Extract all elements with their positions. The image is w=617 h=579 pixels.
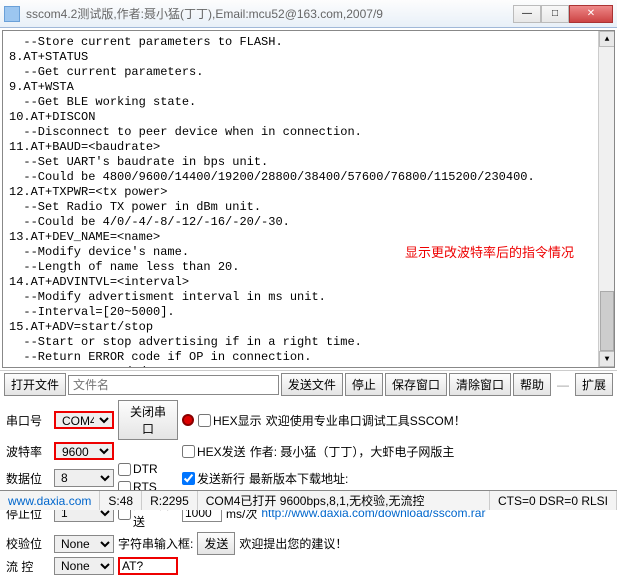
maximize-button[interactable]: □: [541, 5, 569, 23]
terminal-line: 14.AT+ADVINTVL=<interval>: [9, 275, 608, 290]
terminal-line: 15.AT+ADV=start/stop: [9, 320, 608, 335]
status-signals: CTS=0 DSR=0 RLSI: [490, 491, 617, 510]
help-button[interactable]: 帮助: [513, 373, 551, 396]
command-input[interactable]: [118, 557, 178, 575]
terminal-line: 13.AT+DEV_NAME=<name>: [9, 230, 608, 245]
separator: —: [557, 378, 569, 392]
save-window-button[interactable]: 保存窗口: [385, 373, 447, 396]
terminal-output[interactable]: --Store current parameters to FLASH.8.AT…: [2, 30, 615, 368]
annotation-text: 显示更改波特率后的指令情况: [405, 246, 574, 261]
databits-select[interactable]: 8: [54, 469, 114, 487]
scroll-down-arrow[interactable]: ▼: [599, 351, 615, 367]
terminal-line: 10.AT+DISCON: [9, 110, 608, 125]
clear-window-button[interactable]: 清除窗口: [449, 373, 511, 396]
flow-label: 流 控: [6, 558, 50, 575]
databits-label: 数据位: [6, 470, 50, 487]
terminal-line: --Length of name less than 20.: [9, 260, 608, 275]
port-label: 串口号: [6, 412, 50, 429]
expand-button[interactable]: 扩展: [575, 373, 613, 396]
send-newline-checkbox[interactable]: 发送新行: [182, 470, 245, 487]
terminal-line: 9.AT+WSTA: [9, 80, 608, 95]
status-sent: S:48: [100, 491, 142, 510]
baud-label: 波特率: [6, 443, 50, 460]
terminal-line: --Get current parameters.: [9, 65, 608, 80]
window-titlebar: sscom4.2测试版,作者:聂小猛(丁丁),Email:mcu52@163.c…: [0, 0, 617, 28]
parity-select[interactable]: None: [54, 535, 114, 553]
terminal-line: --Get BLE working state.: [9, 95, 608, 110]
download-label: 最新版本下载地址:: [249, 470, 348, 487]
close-port-button[interactable]: 关闭串口: [118, 400, 178, 440]
terminal-line: --Could be 4/0/-4/-8/-12/-16/-20/-30.: [9, 215, 608, 230]
terminal-line: --Set Radio TX power in dBm unit.: [9, 200, 608, 215]
close-button[interactable]: ✕: [569, 5, 613, 23]
author-text: 作者: 聂小猛（丁丁），大虾电子网版主: [250, 443, 455, 460]
minimize-button[interactable]: ―: [513, 5, 541, 23]
terminal-line: 8.AT+STATUS: [9, 50, 608, 65]
terminal-line: --Start or stop advertising if in a righ…: [9, 335, 608, 350]
flow-select[interactable]: None: [54, 557, 114, 575]
stop-button[interactable]: 停止: [345, 373, 383, 396]
status-connection: COM4已打开 9600bps,8,1,无校验,无流控: [198, 491, 490, 510]
record-icon[interactable]: [182, 414, 194, 426]
parity-label: 校验位: [6, 535, 50, 552]
suggestion-text: 欢迎提出您的建议！: [239, 535, 347, 552]
send-file-button[interactable]: 发送文件: [281, 373, 343, 396]
scroll-thumb[interactable]: [600, 291, 614, 351]
settings-panel: 串口号 COM4 关闭串口 HEX显示 欢迎使用专业串口调试工具SSCOM！ 波…: [0, 398, 617, 579]
terminal-line: --Modify advertisment interval in ms uni…: [9, 290, 608, 305]
status-site[interactable]: www.daxia.com: [0, 491, 100, 510]
vertical-scrollbar[interactable]: ▲ ▼: [598, 31, 614, 367]
send-button[interactable]: 发送: [197, 532, 235, 555]
port-select[interactable]: COM4: [54, 411, 114, 429]
status-recv: R:2295: [142, 491, 198, 510]
scroll-up-arrow[interactable]: ▲: [599, 31, 615, 47]
terminal-line: --Set UART's baudrate in bps unit.: [9, 155, 608, 170]
terminal-line: 16.AT+GAPINTVL=H/M/L: [9, 365, 608, 368]
terminal-line: 12.AT+TXPWR=<tx power>: [9, 185, 608, 200]
terminal-line: --Return ERROR code if OP in connection.: [9, 350, 608, 365]
terminal-line: --Store current parameters to FLASH.: [9, 35, 608, 50]
hex-show-checkbox[interactable]: HEX显示: [198, 412, 262, 429]
terminal-line: 11.AT+BAUD=<baudrate>: [9, 140, 608, 155]
terminal-line: --Could be 4800/9600/14400/19200/28800/3…: [9, 170, 608, 185]
dtr-checkbox[interactable]: DTR: [118, 462, 158, 476]
file-toolbar: 打开文件 发送文件 停止 保存窗口 清除窗口 帮助 — 扩展: [0, 370, 617, 398]
input-label: 字符串输入框:: [118, 535, 193, 552]
window-title: sscom4.2测试版,作者:聂小猛(丁丁),Email:mcu52@163.c…: [26, 5, 513, 22]
open-file-button[interactable]: 打开文件: [4, 373, 66, 396]
terminal-line: --Disconnect to peer device when in conn…: [9, 125, 608, 140]
terminal-line: --Interval=[20~5000].: [9, 305, 608, 320]
hex-send-checkbox[interactable]: HEX发送: [182, 443, 246, 460]
filename-input[interactable]: [68, 375, 279, 395]
app-icon: [4, 6, 20, 22]
baud-select[interactable]: 9600: [54, 442, 114, 460]
welcome-text: 欢迎使用专业串口调试工具SSCOM！: [266, 412, 466, 429]
status-bar: www.daxia.com S:48 R:2295 COM4已打开 9600bp…: [0, 490, 617, 510]
